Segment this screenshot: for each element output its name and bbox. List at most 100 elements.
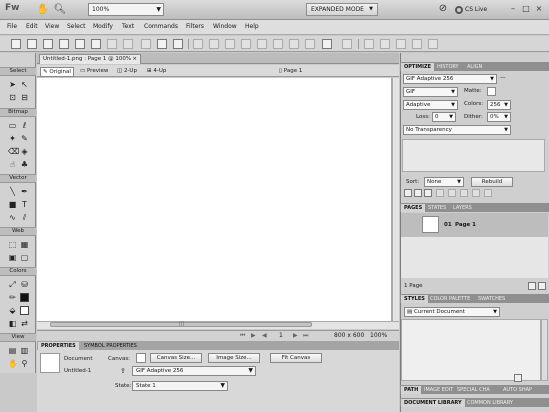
first-frame-icon[interactable]: ⏮ [240,332,245,340]
document-tab[interactable]: Untitled-1.png : Page 1 @ 100% × [39,54,141,64]
subselect-icon[interactable]: ↖ [20,80,29,89]
loss-select[interactable]: 0 ▼ [432,112,456,122]
transparency-select[interactable]: No Transparency ▼ [403,125,511,135]
remove-transparency-icon[interactable] [436,189,444,197]
add-color-icon[interactable] [472,189,480,197]
zoom-combo[interactable]: 100% ▼ [88,3,164,16]
redo-icon[interactable] [123,39,133,49]
tab-properties[interactable]: PROPERTIES [38,342,79,350]
new-document-icon[interactable] [11,39,21,49]
knife-icon[interactable]: ⫽ [20,213,29,222]
flip-horizontal-icon[interactable] [380,39,390,49]
tab-align[interactable]: ALIGN [464,63,485,71]
pointer-icon[interactable]: ➤ [8,80,17,89]
blur-icon[interactable]: ◈ [20,147,29,156]
next-frame-icon[interactable]: ▶ [293,332,298,339]
status-zoom[interactable]: 100% [370,332,387,339]
magic-wand-icon[interactable]: ✦ [8,134,17,143]
undo-icon[interactable] [107,39,117,49]
tab-layers[interactable]: LAYERS [450,204,475,212]
open-icon[interactable] [27,39,37,49]
split-icon[interactable] [241,39,251,49]
default-colors-icon[interactable]: ◧ [8,319,17,328]
play-icon[interactable]: ▶ [251,332,256,339]
previous-frame-icon[interactable]: ◀ [262,332,267,339]
lock-color-icon[interactable] [448,189,456,197]
vertical-scrollbar[interactable] [392,78,399,321]
edit-color-icon[interactable] [404,189,412,197]
stroke-color-icon[interactable]: ✏ [8,293,17,302]
view-original-button[interactable]: ✎ Original [40,67,74,77]
menu-file[interactable]: File [7,23,17,30]
colors-select[interactable]: 256 ▼ [487,100,511,110]
search-icon[interactable]: ⊘ [436,3,450,17]
show-slices-icon[interactable]: ▢ [20,253,29,262]
delete-page-icon[interactable] [538,282,546,290]
view-4up-button[interactable]: ⊞ 4-Up [145,67,168,75]
styles-scrollbar[interactable] [541,319,548,381]
sort-select[interactable]: None ▼ [424,177,464,187]
print-icon[interactable] [91,39,101,49]
tab-special-characters[interactable]: SPECIAL CHA [454,386,493,394]
menu-window[interactable]: Window [213,23,237,30]
send-backward-icon[interactable] [289,39,299,49]
add-transparency-icon[interactable] [424,189,432,197]
cs-live-button[interactable]: CS Live [455,3,505,16]
matte-color-swatch[interactable] [487,87,496,96]
rotate-left-icon[interactable] [342,39,352,49]
eraser-icon[interactable]: ⌫ [8,147,19,156]
tab-history[interactable]: HISTORY [434,63,462,71]
tab-swatches[interactable]: SWATCHES [475,295,508,303]
horizontal-scroll-thumb[interactable]: ||| [50,321,312,327]
style-source-select[interactable]: ▤ Current Document ▼ [404,307,500,317]
swap-colors-icon[interactable]: ⇄ [20,319,29,328]
menu-modify[interactable]: Modify [93,23,113,30]
send-to-back-icon[interactable] [305,39,315,49]
distribute-icon[interactable] [412,39,422,49]
slice-icon[interactable]: ▦ [20,240,29,249]
export-icon[interactable] [75,39,85,49]
copy-icon[interactable] [157,39,167,49]
tab-color-palette[interactable]: COLOR PALETTE [427,295,473,303]
tab-path[interactable]: PATH [401,386,422,394]
scale-tool-icon[interactable]: ⊡ [8,93,17,102]
snap-web-safe-icon[interactable] [460,189,468,197]
tab-symbol-properties[interactable]: SYMBOL PROPERTIES [81,342,140,350]
lasso-icon[interactable]: ℓ [20,121,29,130]
magnifier-icon[interactable]: ⚲ [20,359,29,368]
eyedropper-icon[interactable]: ⤢ [8,280,17,289]
line-icon[interactable]: ╲ [8,187,17,196]
tab-states[interactable]: STATES [425,204,449,212]
menu-edit[interactable]: Edit [26,23,38,30]
menu-view[interactable]: View [45,23,59,30]
bring-to-front-icon[interactable] [257,39,267,49]
tab-optimize[interactable]: OPTIMIZE [401,63,435,71]
tab-auto-shapes[interactable]: AUTO SHAP [500,386,535,394]
new-page-icon[interactable] [528,282,536,290]
full-screen-icon[interactable]: ▥ [20,346,29,355]
stroke-color-swatch[interactable] [20,293,29,302]
rotate-right-icon[interactable] [364,39,374,49]
view-2up-button[interactable]: ◫ 2-Up [115,67,139,75]
brush-icon[interactable]: ✎ [20,134,29,143]
last-frame-icon[interactable]: ⏭ [303,332,308,340]
marquee-icon[interactable]: ▭ [8,121,17,130]
fill-color-icon[interactable]: ⬙ [8,306,17,315]
view-preview-button[interactable]: ▭ Preview [78,67,110,75]
canvas-color-swatch[interactable] [136,353,146,363]
rectangle-icon[interactable]: ■ [8,200,17,209]
page-row[interactable]: 01 Page 1 [401,213,548,237]
page-selector[interactable]: ▯ Page 1 [277,67,304,75]
rebuild-button[interactable]: Rebuild [471,177,513,187]
close-icon[interactable]: × [534,4,544,14]
save-icon[interactable] [43,39,53,49]
text-icon[interactable]: T [20,200,29,209]
replace-color-icon[interactable]: ♣ [20,160,29,169]
minimize-icon[interactable]: – [508,4,518,14]
cut-icon[interactable] [141,39,151,49]
menu-filters[interactable]: Filters [186,23,204,30]
scale-icon[interactable] [428,39,438,49]
optimize-menu-icon[interactable]: — [500,75,506,81]
fill-color-swatch[interactable] [20,306,29,315]
delete-color-icon[interactable] [484,189,492,197]
